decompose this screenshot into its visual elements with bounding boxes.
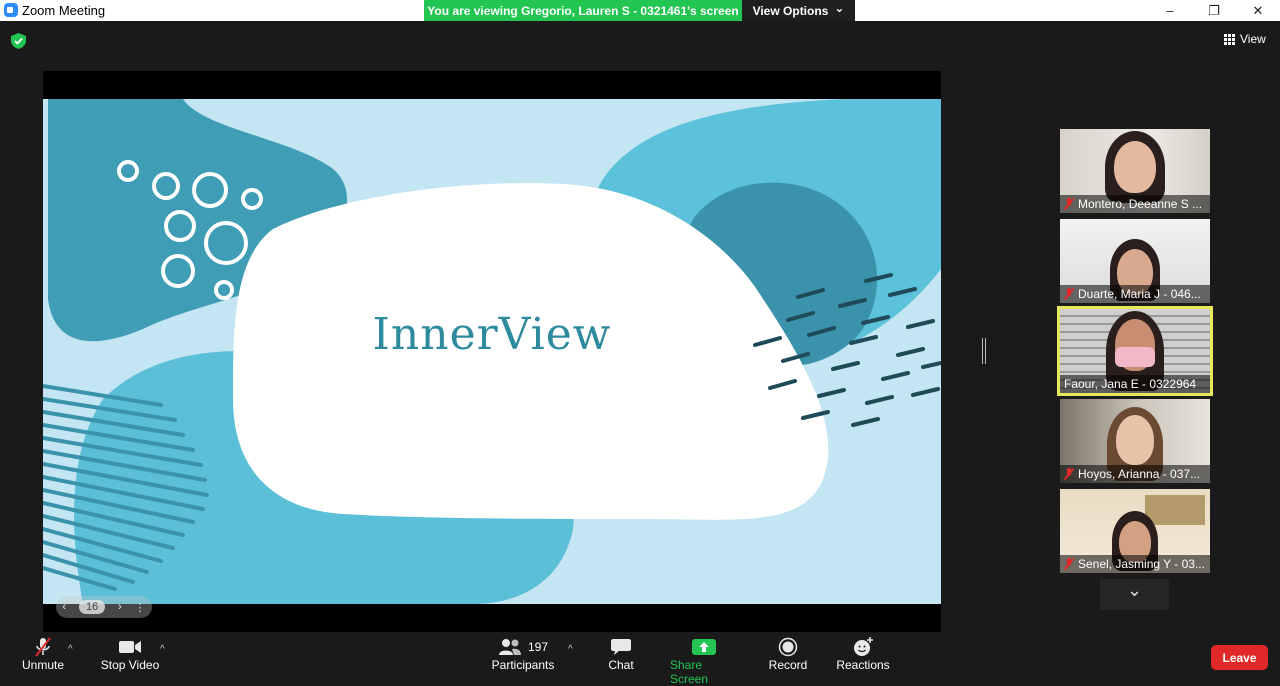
participants-label: Participants: [491, 658, 555, 672]
record-button[interactable]: Record: [766, 636, 810, 672]
smiley-plus-icon: [854, 637, 873, 656]
stop-video-button[interactable]: Stop Video: [100, 636, 160, 672]
reactions-button[interactable]: Reactions: [836, 636, 890, 672]
view-layout-button[interactable]: View: [1224, 32, 1266, 46]
face-mask: [1115, 347, 1155, 367]
participant-name: Montero, Deeanne S ...: [1060, 195, 1210, 213]
view-options-label: View Options: [752, 3, 829, 18]
video-feed: [1145, 495, 1205, 525]
slide-page-number: 16: [78, 600, 106, 614]
share-screen-button[interactable]: Share Screen: [670, 636, 738, 686]
participant-name: Faour, Jana E - 0322964: [1060, 375, 1210, 393]
chat-label: Chat: [608, 658, 634, 672]
share-screen-label: Share Screen: [670, 658, 709, 686]
participant-name: Senel, Jasming Y - 03...: [1060, 555, 1210, 573]
record-icon: [778, 637, 798, 657]
next-slide-button[interactable]: ›: [118, 601, 122, 613]
grid-icon: [1224, 33, 1235, 45]
mic-muted-icon: [1064, 288, 1074, 300]
meeting-toolbar: Unmute ^ Stop Video ^ 197 Participants ^: [0, 632, 1280, 686]
participant-name-label: Montero, Deeanne S ...: [1078, 197, 1203, 211]
microphone-muted-icon: [35, 637, 51, 657]
mic-muted-icon: [1064, 198, 1074, 210]
minimize-button[interactable]: –: [1148, 0, 1192, 21]
mic-muted-icon: [1064, 468, 1074, 480]
reactions-label: Reactions: [836, 658, 890, 672]
leave-button[interactable]: Leave: [1211, 645, 1268, 670]
participant-tile-active-speaker[interactable]: Faour, Jana E - 0322964: [1057, 306, 1213, 396]
view-options-button[interactable]: View Options ⌄: [742, 0, 855, 21]
participants-icon: [498, 639, 521, 655]
presentation-slide: InnerView: [43, 99, 941, 604]
participant-name: Hoyos, Arianna - 037...: [1060, 465, 1210, 483]
more-icon[interactable]: ⋮: [135, 601, 146, 614]
close-button[interactable]: ✕: [1236, 0, 1280, 21]
panel-resize-handle[interactable]: [982, 338, 986, 364]
unmute-label: Unmute: [21, 658, 65, 672]
participant-name-label: Senel, Jasming Y - 03...: [1078, 557, 1205, 571]
viewing-screen-banner: You are viewing Gregorio, Lauren S - 032…: [424, 0, 742, 21]
chevron-down-icon: ⌄: [834, 0, 845, 15]
chat-button[interactable]: Chat: [606, 636, 636, 672]
record-label: Record: [768, 658, 808, 672]
slide-navigation[interactable]: ‹ 16 › ⋮: [56, 596, 152, 618]
slide-title: InnerView: [372, 309, 612, 360]
window-title: Zoom Meeting: [22, 3, 106, 18]
share-screen-icon: [692, 639, 716, 655]
security-shield-icon[interactable]: [11, 33, 26, 49]
participants-options-caret[interactable]: ^: [568, 644, 573, 655]
participant-name: Duarte, Maria J - 046...: [1060, 285, 1210, 303]
mic-muted-icon: [1064, 558, 1074, 570]
restore-button[interactable]: ❐: [1192, 0, 1236, 21]
participant-tile[interactable]: Hoyos, Arianna - 037...: [1060, 399, 1210, 483]
chat-bubble-icon: [611, 639, 631, 655]
participant-tile[interactable]: Duarte, Maria J - 046...: [1060, 219, 1210, 303]
unmute-button[interactable]: Unmute: [20, 636, 66, 672]
participant-name-label: Hoyos, Arianna - 037...: [1078, 467, 1201, 481]
participant-name-label: Faour, Jana E - 0322964: [1064, 377, 1197, 391]
participants-button[interactable]: 197 Participants: [492, 636, 554, 672]
previous-slide-button[interactable]: ‹: [62, 601, 66, 613]
chevron-down-icon: ⌄: [1126, 580, 1143, 600]
video-options-caret[interactable]: ^: [160, 644, 165, 655]
video-camera-icon: [119, 641, 141, 653]
view-layout-label: View: [1240, 32, 1266, 46]
participant-tile[interactable]: Senel, Jasming Y - 03...: [1060, 489, 1210, 573]
stop-video-label: Stop Video: [100, 658, 160, 672]
participants-count: 197: [527, 640, 549, 654]
participant-tile[interactable]: Montero, Deeanne S ...: [1060, 129, 1210, 213]
zoom-app-icon: [4, 3, 18, 17]
audio-options-caret[interactable]: ^: [68, 644, 73, 655]
scroll-down-button[interactable]: ⌄: [1100, 579, 1169, 610]
video-feed: [1114, 141, 1156, 193]
participant-name-label: Duarte, Maria J - 046...: [1078, 287, 1201, 301]
video-feed: [1116, 415, 1154, 465]
